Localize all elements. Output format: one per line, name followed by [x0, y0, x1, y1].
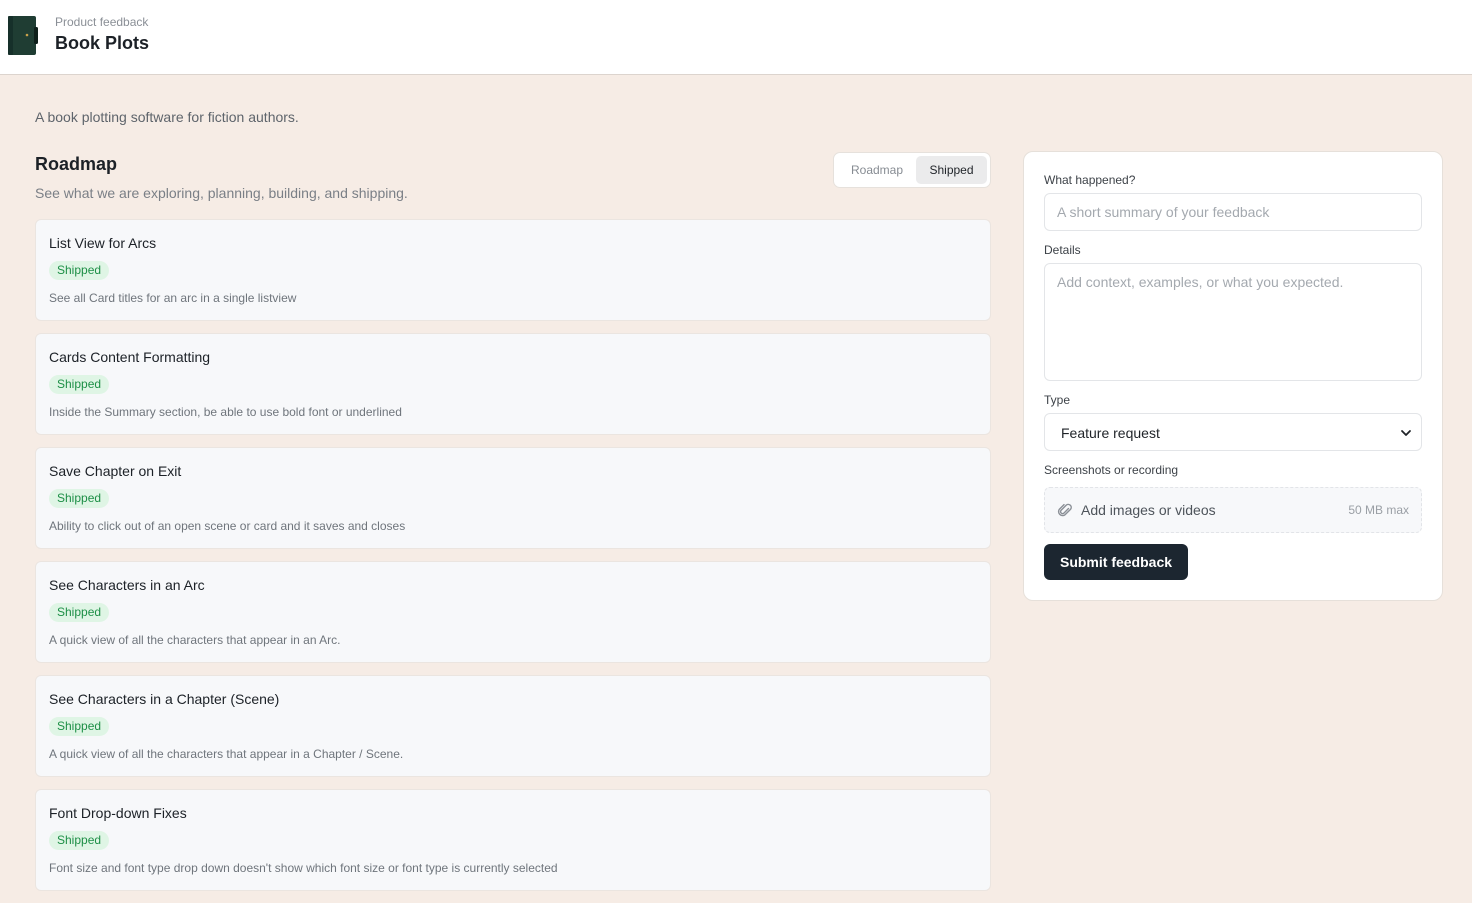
- org-label: Product feedback: [55, 15, 149, 29]
- card-description: A quick view of all the characters that …: [49, 633, 341, 647]
- roadmap-card[interactable]: Cards Content Formatting Shipped Inside …: [35, 333, 991, 435]
- product-description: A book plotting software for fiction aut…: [35, 109, 299, 125]
- feedback-panel: What happened? Details Type Feature requ…: [1023, 151, 1443, 601]
- view-toggle: Roadmap Shipped: [833, 152, 991, 188]
- roadmap-card[interactable]: Font Drop-down Fixes Shipped Font size a…: [35, 789, 991, 891]
- details-textarea[interactable]: [1044, 263, 1422, 381]
- status-badge: Shipped: [49, 261, 110, 280]
- product-name: Book Plots: [55, 33, 150, 53]
- details-label: Details: [1044, 243, 1081, 257]
- toggle-shipped[interactable]: Shipped: [916, 156, 987, 184]
- card-description: See all Card titles for an arc in a sing…: [49, 291, 297, 305]
- status-badge: Shipped: [49, 603, 110, 622]
- card-description: Ability to click out of an open scene or…: [49, 519, 406, 533]
- toggle-roadmap[interactable]: Roadmap: [840, 156, 914, 184]
- status-badge: Shipped: [49, 717, 110, 736]
- upload-label: Screenshots or recording: [1044, 463, 1179, 477]
- roadmap-card[interactable]: See Characters in a Chapter (Scene) Ship…: [35, 675, 991, 777]
- roadmap-card[interactable]: See Characters in an Arc Shipped A quick…: [35, 561, 991, 663]
- status-badge: Shipped: [49, 489, 110, 508]
- roadmap-list: List View for Arcs Shipped See all Card …: [35, 219, 991, 903]
- roadmap-card[interactable]: Save Chapter on Exit Shipped Ability to …: [35, 447, 991, 549]
- type-label: Type: [1044, 393, 1071, 407]
- type-select[interactable]: Feature request: [1044, 413, 1422, 451]
- notebook-icon: [8, 16, 38, 55]
- chevron-down-icon: [1401, 430, 1411, 436]
- card-title: Font Drop-down Fixes: [49, 805, 187, 821]
- roadmap-card[interactable]: List View for Arcs Shipped See all Card …: [35, 219, 991, 321]
- status-badge: Shipped: [49, 375, 110, 394]
- submit-feedback-button[interactable]: Submit feedback: [1044, 544, 1188, 580]
- card-description: A quick view of all the characters that …: [49, 747, 404, 761]
- status-badge: Shipped: [49, 831, 110, 850]
- upload-limit: 50 MB max: [1348, 503, 1409, 517]
- roadmap-subtitle: See what we are exploring, planning, bui…: [35, 185, 408, 201]
- roadmap-title: Roadmap: [35, 154, 118, 174]
- upload-dropzone[interactable]: Add images or videos 50 MB max: [1044, 487, 1422, 533]
- card-title: Cards Content Formatting: [49, 349, 211, 365]
- card-title: See Characters in a Chapter (Scene): [49, 691, 280, 707]
- upload-text: Add images or videos: [1081, 502, 1216, 518]
- type-select-value: Feature request: [1061, 425, 1160, 441]
- paperclip-icon: [1057, 503, 1072, 517]
- card-description: Inside the Summary section, be able to u…: [49, 405, 402, 419]
- card-title: See Characters in an Arc: [49, 577, 205, 593]
- card-title: List View for Arcs: [49, 235, 157, 251]
- summary-input[interactable]: [1044, 193, 1422, 231]
- card-description: Font size and font type drop down doesn'…: [49, 861, 558, 875]
- card-title: Save Chapter on Exit: [49, 463, 182, 479]
- top-bar: Product feedback Book Plots: [0, 0, 1472, 75]
- summary-label: What happened?: [1044, 173, 1136, 187]
